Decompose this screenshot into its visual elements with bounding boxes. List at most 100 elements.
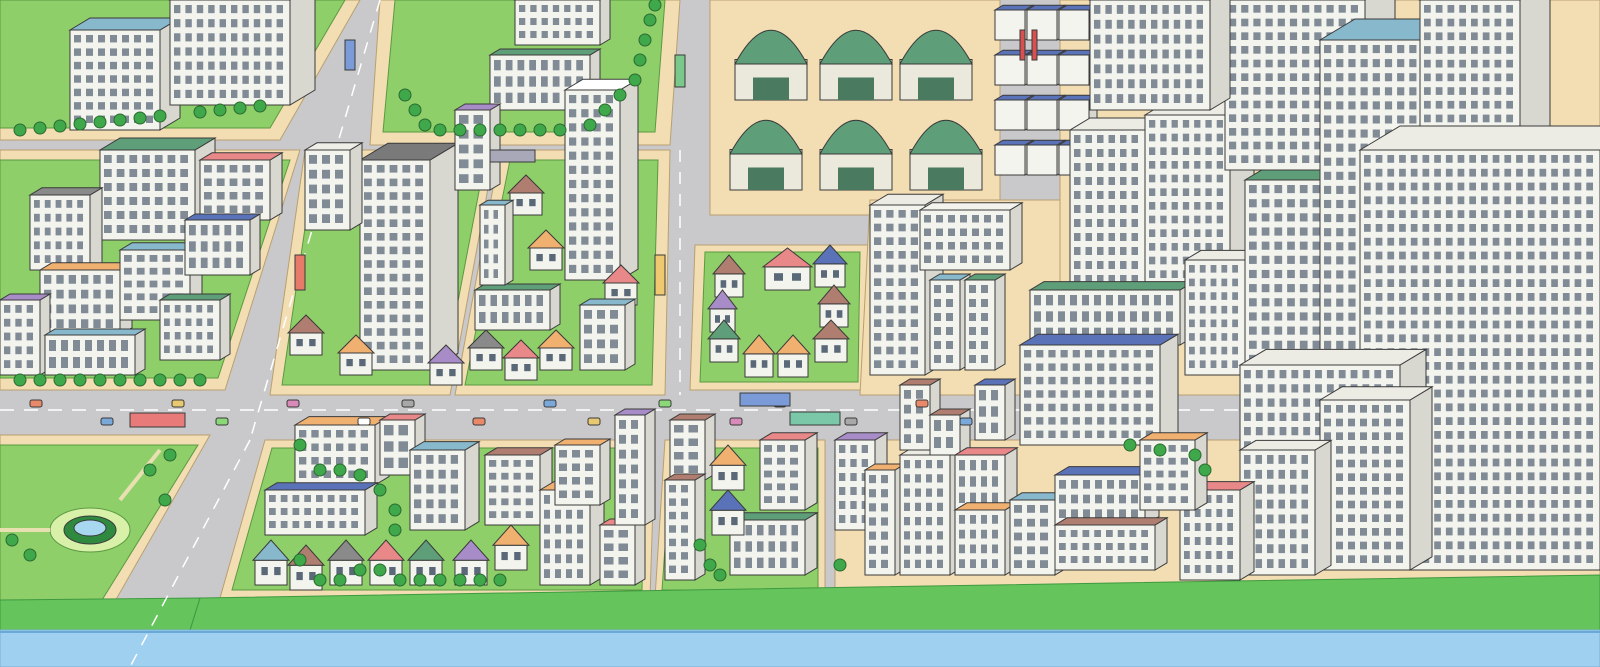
window (438, 484, 446, 494)
window (1149, 270, 1156, 278)
window (1232, 333, 1238, 341)
window (1160, 256, 1167, 265)
window (1324, 312, 1332, 321)
window (688, 425, 698, 433)
window (149, 293, 158, 301)
window (1375, 182, 1383, 191)
window (1422, 293, 1430, 301)
window (1072, 390, 1080, 398)
window (484, 239, 489, 249)
window (1182, 147, 1190, 155)
window (1085, 177, 1092, 185)
window (1469, 196, 1476, 205)
window (569, 208, 577, 217)
window (212, 257, 220, 268)
apartment-block (183, 213, 262, 276)
window (1372, 473, 1379, 481)
window (1120, 177, 1127, 185)
window (1539, 168, 1547, 177)
window (1255, 384, 1263, 393)
window (1184, 523, 1190, 531)
window (1504, 265, 1512, 274)
window (1516, 389, 1523, 398)
window (619, 420, 626, 429)
window (1562, 458, 1570, 467)
window (304, 508, 311, 515)
apartment-block-side (219, 293, 231, 361)
window (1145, 390, 1153, 398)
window (726, 345, 733, 353)
window (502, 312, 509, 323)
window (124, 293, 132, 301)
window (1574, 279, 1582, 287)
street-tree (1123, 438, 1137, 452)
window (1539, 417, 1547, 425)
window (581, 165, 589, 174)
window (1074, 261, 1081, 269)
window (544, 495, 550, 504)
window (364, 314, 372, 323)
window (1336, 340, 1344, 349)
window (1121, 363, 1129, 371)
window (525, 485, 533, 493)
window (208, 19, 215, 28)
window (1469, 293, 1476, 301)
window (1574, 168, 1582, 177)
window (276, 61, 283, 70)
apartment-tower-side (994, 273, 1006, 371)
apartment-block (453, 103, 502, 191)
window (1422, 306, 1430, 315)
window (149, 267, 158, 275)
window (1481, 306, 1488, 315)
window (1399, 279, 1406, 287)
window (1255, 544, 1262, 554)
office-building-side (1159, 333, 1179, 446)
window (734, 557, 741, 568)
window (1551, 182, 1558, 191)
window (1216, 229, 1223, 237)
window (681, 565, 688, 573)
window (44, 241, 51, 250)
window (1445, 224, 1453, 232)
window (1348, 312, 1356, 321)
bus (344, 39, 356, 71)
window (631, 479, 638, 489)
window (1036, 430, 1044, 438)
window (1182, 243, 1190, 251)
window (1506, 59, 1513, 68)
window (1445, 334, 1453, 343)
window (1336, 446, 1343, 454)
window (459, 159, 469, 169)
window (414, 499, 422, 509)
apartment-block (478, 199, 515, 286)
window (185, 75, 192, 84)
window (1551, 334, 1558, 343)
window (869, 531, 876, 540)
window (1574, 555, 1582, 563)
window (715, 345, 722, 353)
window (122, 61, 129, 70)
window (296, 339, 303, 347)
window (1014, 505, 1022, 513)
window (154, 183, 163, 191)
window (1348, 284, 1356, 293)
window (874, 223, 882, 232)
window (1586, 362, 1593, 370)
window (1274, 298, 1283, 307)
window (1586, 472, 1593, 481)
window (1149, 188, 1156, 196)
street-tree (13, 123, 27, 137)
window (581, 208, 589, 217)
window (311, 457, 319, 465)
window (1492, 431, 1500, 439)
window (174, 75, 181, 84)
window (219, 89, 226, 98)
window (180, 197, 188, 205)
window (299, 470, 307, 478)
street-tree (493, 123, 507, 137)
apartment-block-side (624, 298, 636, 371)
office-tower-side (289, 0, 316, 106)
window (98, 61, 105, 70)
window (764, 470, 772, 478)
window (605, 250, 613, 259)
